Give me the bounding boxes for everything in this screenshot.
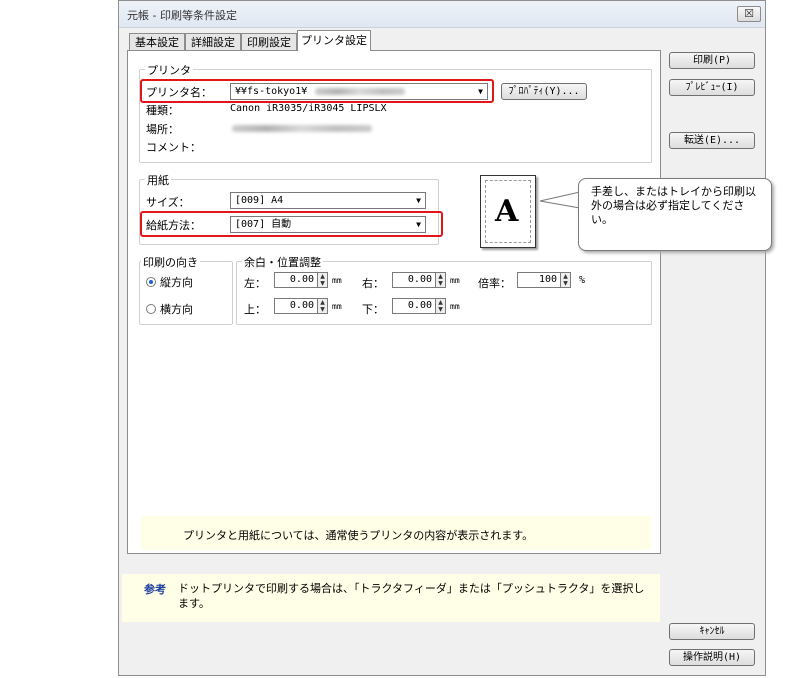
paper-source-select[interactable]: [007] 自動 ▼ bbox=[230, 216, 426, 233]
bottom-margin-unit: mm bbox=[450, 302, 460, 311]
bottom-margin-input[interactable]: 0.00 bbox=[392, 298, 436, 314]
chevron-down-icon: ▼ bbox=[478, 87, 483, 96]
left-margin-label: 左： bbox=[244, 277, 266, 290]
preview-letter: A bbox=[495, 194, 519, 229]
title-bar: 元帳 - 印刷等条件設定 ☒ bbox=[119, 1, 765, 28]
scale-input[interactable]: 100 bbox=[517, 272, 561, 288]
tab-detail-settings[interactable]: 詳細設定 bbox=[185, 33, 241, 50]
printer-name-label: プリンタ名： bbox=[146, 86, 212, 99]
scale-label: 倍率： bbox=[478, 277, 511, 290]
printer-info-note: プリンタと用紙については、通常使うプリンタの内容が表示されます。 bbox=[141, 516, 651, 550]
cancel-button[interactable]: ｷｬﾝｾﾙ bbox=[669, 623, 755, 640]
top-margin-spinner[interactable]: ▲ ▼ bbox=[318, 298, 328, 314]
right-margin-label: 右： bbox=[362, 277, 384, 290]
printer-name-value: ¥¥fs-tokyo1¥ bbox=[235, 86, 308, 97]
left-margin-spinner[interactable]: ▲ ▼ bbox=[318, 272, 328, 288]
callout-pointer bbox=[539, 191, 581, 209]
preview-button[interactable]: ﾌﾟﾚﾋﾞｭｰ(I) bbox=[669, 79, 755, 96]
reference-note: 参考 ドットプリンタで印刷する場合は、「トラクタフィーダ」または「プッシュトラク… bbox=[122, 574, 660, 622]
right-margin-spinner[interactable]: ▲ ▼ bbox=[436, 272, 446, 288]
landscape-label: 横方向 bbox=[160, 303, 193, 316]
paper-source-value: [007] 自動 bbox=[235, 219, 292, 230]
portrait-radio[interactable] bbox=[146, 277, 156, 287]
callout-text: 手差し、またはトレイから印刷以外の場合は必ず指定してください。 bbox=[591, 185, 756, 226]
top-margin-label: 上： bbox=[244, 303, 266, 316]
left-margin-input[interactable]: 0.00 bbox=[274, 272, 318, 288]
reference-text: ドットプリンタで印刷する場合は、「トラクタフィーダ」または「プッシュトラクタ」を… bbox=[178, 582, 645, 610]
scale-unit: % bbox=[579, 275, 586, 286]
chevron-down-icon: ▼ bbox=[416, 220, 421, 229]
scale-spinner[interactable]: ▲ ▼ bbox=[561, 272, 571, 288]
paper-source-label: 給紙方法： bbox=[146, 219, 201, 232]
printer-name-select[interactable]: ¥¥fs-tokyo1¥ ▼ bbox=[230, 83, 488, 100]
bottom-margin-spinner[interactable]: ▲ ▼ bbox=[436, 298, 446, 314]
margin-group-label: 余白・位置調整 bbox=[242, 254, 323, 270]
close-button[interactable]: ☒ bbox=[737, 6, 761, 22]
printer-group-label: プリンタ bbox=[145, 62, 193, 78]
bottom-margin-label: 下： bbox=[362, 303, 384, 316]
right-margin-input[interactable]: 0.00 bbox=[392, 272, 436, 288]
blurred-printer-location bbox=[232, 125, 372, 132]
paper-preview: A bbox=[480, 175, 536, 248]
tab-printer-settings[interactable]: プリンタ設定 bbox=[297, 30, 371, 51]
printer-settings-panel: プリンタ プリンタ名： ¥¥fs-tokyo1¥ ▼ ﾌﾟﾛﾊﾟﾃｨ(Y)...… bbox=[127, 50, 661, 554]
printer-comment-label: コメント： bbox=[146, 141, 201, 154]
printer-type-label: 種類： bbox=[146, 104, 179, 117]
margin-group bbox=[236, 261, 652, 325]
transfer-button[interactable]: 転送(E)... bbox=[669, 132, 755, 149]
printer-info-note-text: プリンタと用紙については、通常使うプリンタの内容が表示されます。 bbox=[183, 529, 534, 542]
reference-label: 参考 bbox=[144, 583, 166, 596]
tab-basic-settings[interactable]: 基本設定 bbox=[129, 33, 185, 50]
paper-group-label: 用紙 bbox=[145, 172, 171, 188]
portrait-label: 縦方向 bbox=[160, 276, 193, 289]
top-margin-input[interactable]: 0.00 bbox=[274, 298, 318, 314]
help-button[interactable]: 操作説明(H) bbox=[669, 649, 755, 666]
paper-size-value: [009] A4 bbox=[235, 195, 284, 206]
blurred-printer-name bbox=[315, 88, 405, 95]
landscape-radio[interactable] bbox=[146, 304, 156, 314]
paper-size-label: サイズ： bbox=[146, 196, 190, 209]
window-title: 元帳 - 印刷等条件設定 bbox=[127, 9, 237, 22]
print-button[interactable]: 印刷(P) bbox=[669, 52, 755, 69]
orientation-group-label: 印刷の向き bbox=[141, 254, 200, 270]
tab-print-settings[interactable]: 印刷設定 bbox=[241, 33, 297, 50]
paper-size-select[interactable]: [009] A4 ▼ bbox=[230, 192, 426, 209]
printer-type-value: Canon iR3035/iR3045 LIPSLX bbox=[230, 103, 387, 114]
printer-location-label: 場所： bbox=[146, 123, 179, 136]
left-margin-unit: mm bbox=[332, 276, 342, 285]
properties-button[interactable]: ﾌﾟﾛﾊﾟﾃｨ(Y)... bbox=[501, 83, 587, 100]
top-margin-unit: mm bbox=[332, 302, 342, 311]
chevron-down-icon: ▼ bbox=[416, 196, 421, 205]
callout-box: 手差し、またはトレイから印刷以外の場合は必ず指定してください。 bbox=[578, 178, 772, 251]
right-margin-unit: mm bbox=[450, 276, 460, 285]
